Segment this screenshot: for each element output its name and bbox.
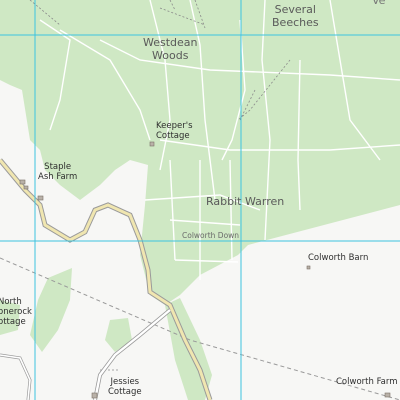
label-text: Colworth Farm: [336, 377, 398, 387]
label-text: Ve: [372, 0, 386, 7]
label-westdean-woods: Westdean Woods: [143, 36, 198, 62]
label-text: Colworth Barn: [308, 253, 369, 263]
label-jessies-cottage: Jessies Cottage: [108, 377, 142, 397]
building-icon: [306, 265, 311, 270]
label-rabbit-warren: Rabbit Warren: [206, 195, 284, 208]
label-text: Colworth Down: [182, 231, 240, 240]
label-line: onerock: [0, 307, 32, 318]
label-colworth-farm: Colworth Farm: [336, 377, 398, 387]
label-keepers-cottage: Keeper's Cottage: [156, 121, 193, 141]
label-line: Ash Farm: [38, 172, 78, 183]
label-colworth-barn: Colworth Barn: [308, 253, 368, 263]
map-canvas[interactable]: Several Beeches Ve Westdean Woods Keeper…: [0, 0, 400, 400]
label-line: Beeches: [272, 16, 319, 30]
label-line: Jessies: [110, 377, 140, 387]
building-icon: [149, 141, 155, 147]
label-top-right-fragment: Ve: [372, 0, 385, 7]
label-line: Keeper's: [156, 121, 193, 131]
building-icon: [23, 185, 29, 190]
label-line: Cottage: [156, 131, 190, 142]
label-colworth-down: Colworth Down: [182, 231, 239, 240]
label-several-beeches: Several Beeches: [272, 3, 319, 29]
building-icon: [37, 195, 44, 201]
label-line: Westdean: [143, 36, 198, 49]
label-line: Several: [274, 3, 316, 16]
label-staple-ash-farm: Staple Ash Farm: [38, 162, 77, 182]
building-icon: [384, 392, 391, 398]
label-line: North: [0, 297, 22, 307]
label-line: Woods: [152, 49, 189, 63]
map-base-layer: [0, 0, 400, 400]
label-text: Rabbit Warren: [206, 195, 285, 208]
label-north-stonerock-cottage: North onerock ottage: [0, 297, 32, 328]
building-icon: [91, 392, 98, 399]
building-icon: [19, 179, 26, 185]
label-line: ottage: [0, 317, 26, 328]
label-line: Staple: [44, 162, 72, 172]
label-line: Cottage: [108, 387, 142, 398]
